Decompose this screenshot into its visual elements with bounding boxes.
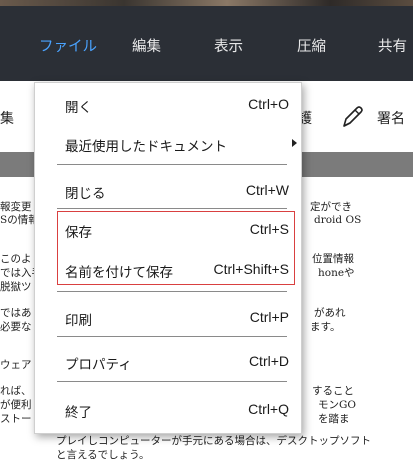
menu-item-properties[interactable]: プロパティ Ctrl+D [35, 347, 301, 377]
menu-item-label: 名前を付けて保存 [65, 265, 173, 281]
doc-text-line: 位置情報 [312, 253, 354, 265]
menu-item-recent-documents[interactable]: 最近使用したドキュメント [35, 129, 301, 159]
menu-item-shortcut: Ctrl+Shift+S [213, 261, 289, 277]
menu-item-label: 保存 [65, 225, 92, 241]
doc-text-line: れば、 [0, 385, 32, 397]
doc-text-line: があれ [314, 307, 346, 319]
tab-edit[interactable]: 編集 [132, 35, 161, 56]
doc-text-line: 脱獄ツ [0, 281, 32, 293]
doc-text-line: プレイしコンピューターが手元にある場合は、デスクトップソフト [56, 435, 371, 447]
doc-text-line: ウェア [0, 359, 32, 371]
doc-text-line: すること [312, 385, 354, 397]
menu-item-label: プロパティ [65, 357, 132, 373]
menu-item-print[interactable]: 印刷 Ctrl+P [35, 303, 301, 333]
menu-separator [57, 208, 287, 209]
menu-bar: ファイル 編集 表示 圧縮 共有 [0, 6, 413, 81]
menu-item-shortcut: Ctrl+W [245, 182, 289, 198]
menu-item-shortcut: Ctrl+D [248, 353, 289, 369]
menu-item-label: 最近使用したドキュメント [65, 139, 227, 155]
menu-separator [57, 164, 287, 165]
menu-item-open[interactable]: 開く Ctrl+O [35, 90, 301, 120]
menu-item-shortcut: Ctrl+Q [248, 401, 289, 417]
menu-item-exit[interactable]: 終了 Ctrl+Q [35, 395, 301, 425]
toolbar-sign-label[interactable]: 署名 [377, 108, 405, 128]
menu-item-shortcut: Ctrl+S [249, 221, 289, 237]
doc-text-line: ます。 [310, 321, 341, 333]
menu-item-save-as[interactable]: 名前を付けて保存 Ctrl+Shift+S [35, 255, 301, 285]
menu-item-label: 閉じる [65, 186, 106, 202]
doc-text-line: このよ [0, 253, 32, 265]
doc-text-line: honeや [318, 267, 355, 279]
doc-text-line: と言えるでしょう。 [56, 449, 150, 461]
tab-compress[interactable]: 圧縮 [297, 35, 326, 56]
menu-item-label: 終了 [65, 405, 92, 421]
menu-separator [57, 381, 287, 382]
menu-item-close[interactable]: 閉じる Ctrl+W [35, 176, 301, 206]
doc-text-line: ではあ [0, 307, 32, 319]
menu-item-shortcut: Ctrl+O [248, 96, 289, 112]
menu-item-save[interactable]: 保存 Ctrl+S [35, 215, 301, 245]
doc-text-line: Sの情報 [0, 214, 39, 226]
doc-text-line: 報変更 [0, 201, 32, 213]
tab-view[interactable]: 表示 [214, 35, 243, 56]
doc-text-line: droid OS [314, 214, 362, 226]
doc-text-line: 必要な [0, 321, 32, 333]
doc-text-line: 定ができ [310, 201, 352, 213]
doc-text-line: ストー [0, 413, 32, 425]
doc-text-line: を踏ま [318, 413, 350, 425]
tab-share[interactable]: 共有 [378, 35, 407, 56]
toolbar-edit-label[interactable]: 集 [0, 108, 14, 128]
tab-file[interactable]: ファイル [39, 35, 97, 56]
menu-item-label: 印刷 [65, 313, 92, 329]
menu-separator [57, 336, 287, 337]
doc-text-line: モンGO [318, 399, 356, 411]
chevron-right-icon [292, 139, 297, 147]
file-menu-dropdown: 開く Ctrl+O 最近使用したドキュメント 閉じる Ctrl+W 保存 Ctr… [34, 82, 302, 434]
doc-text-line: が便利 [0, 399, 32, 411]
pen-icon[interactable] [338, 103, 366, 131]
menu-item-shortcut: Ctrl+P [249, 309, 289, 325]
menu-item-label: 開く [65, 100, 92, 116]
menu-separator [57, 291, 287, 292]
